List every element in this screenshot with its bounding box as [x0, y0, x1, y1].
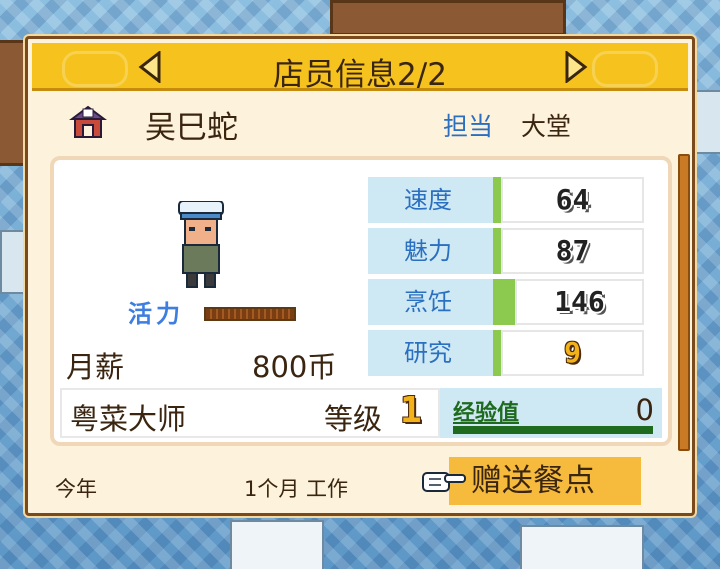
- gift-meal-label[interactable]: 赠送餐点: [449, 457, 641, 505]
- stat-label: 烹饪: [368, 279, 493, 325]
- stat-label: 研究: [368, 330, 493, 376]
- role-value: 大堂: [521, 112, 572, 141]
- stat-row-research: 研究 9: [368, 330, 644, 376]
- stamina-bar: [204, 307, 296, 321]
- stat-row-charm: 魅力 87: [368, 228, 644, 274]
- chef-avatar: [178, 201, 224, 288]
- stat-indicator: [493, 330, 501, 376]
- rank-level-value: 1: [400, 390, 422, 431]
- staff-info-panel: 店员信息2/2 吴巳蛇 担当 大堂 活力 月薪 800币 速度 64 魅力 87…: [25, 36, 695, 516]
- work-months: 1个月 工作: [244, 477, 349, 501]
- stat-value: 9: [501, 330, 644, 376]
- salary-label: 月薪: [66, 350, 125, 384]
- experience-bar: [453, 426, 653, 434]
- stat-indicator: [493, 177, 501, 223]
- scrollbar[interactable]: [678, 154, 690, 451]
- role-label: 担当: [443, 112, 494, 141]
- table-fixture: [230, 520, 324, 569]
- table-fixture: [520, 525, 644, 569]
- arrow-right-icon: [565, 51, 588, 83]
- stamina-label: 活力: [128, 300, 184, 328]
- experience-value: 0: [635, 393, 654, 427]
- stat-row-speed: 速度 64: [368, 177, 644, 223]
- experience-row: 经验值 0: [440, 388, 662, 438]
- salary-value: 800币: [252, 350, 337, 384]
- stat-label: 魅力: [368, 228, 493, 274]
- stamina-fill: [206, 309, 294, 319]
- staff-header-row: 吴巳蛇 担当 大堂: [28, 95, 692, 146]
- experience-label: 经验值: [453, 401, 520, 426]
- stat-value: 146: [515, 279, 644, 325]
- stat-label: 速度: [368, 177, 493, 223]
- gift-meal-button[interactable]: 赠送餐点: [421, 457, 641, 505]
- stat-indicator: [493, 279, 515, 325]
- stat-value: 87: [501, 228, 644, 274]
- stat-row-cooking: 烹饪 146: [368, 279, 644, 325]
- stat-value: 64: [501, 177, 644, 223]
- sink-fixture: [0, 230, 28, 294]
- staff-name: 吴巳蛇: [145, 110, 238, 146]
- rank-level-label: 等级: [324, 402, 383, 436]
- next-staff-button[interactable]: [560, 50, 592, 84]
- title-bar: 店员信息2/2: [32, 43, 688, 93]
- shop-icon: [69, 105, 107, 138]
- rank-row: 粤菜大师 等级 1: [60, 388, 440, 438]
- stat-indicator: [493, 228, 501, 274]
- wooden-counter: [330, 0, 566, 36]
- year-label: 今年: [55, 477, 97, 501]
- rank-name: 粤菜大师: [70, 402, 187, 436]
- pointing-hand-icon: [422, 472, 466, 492]
